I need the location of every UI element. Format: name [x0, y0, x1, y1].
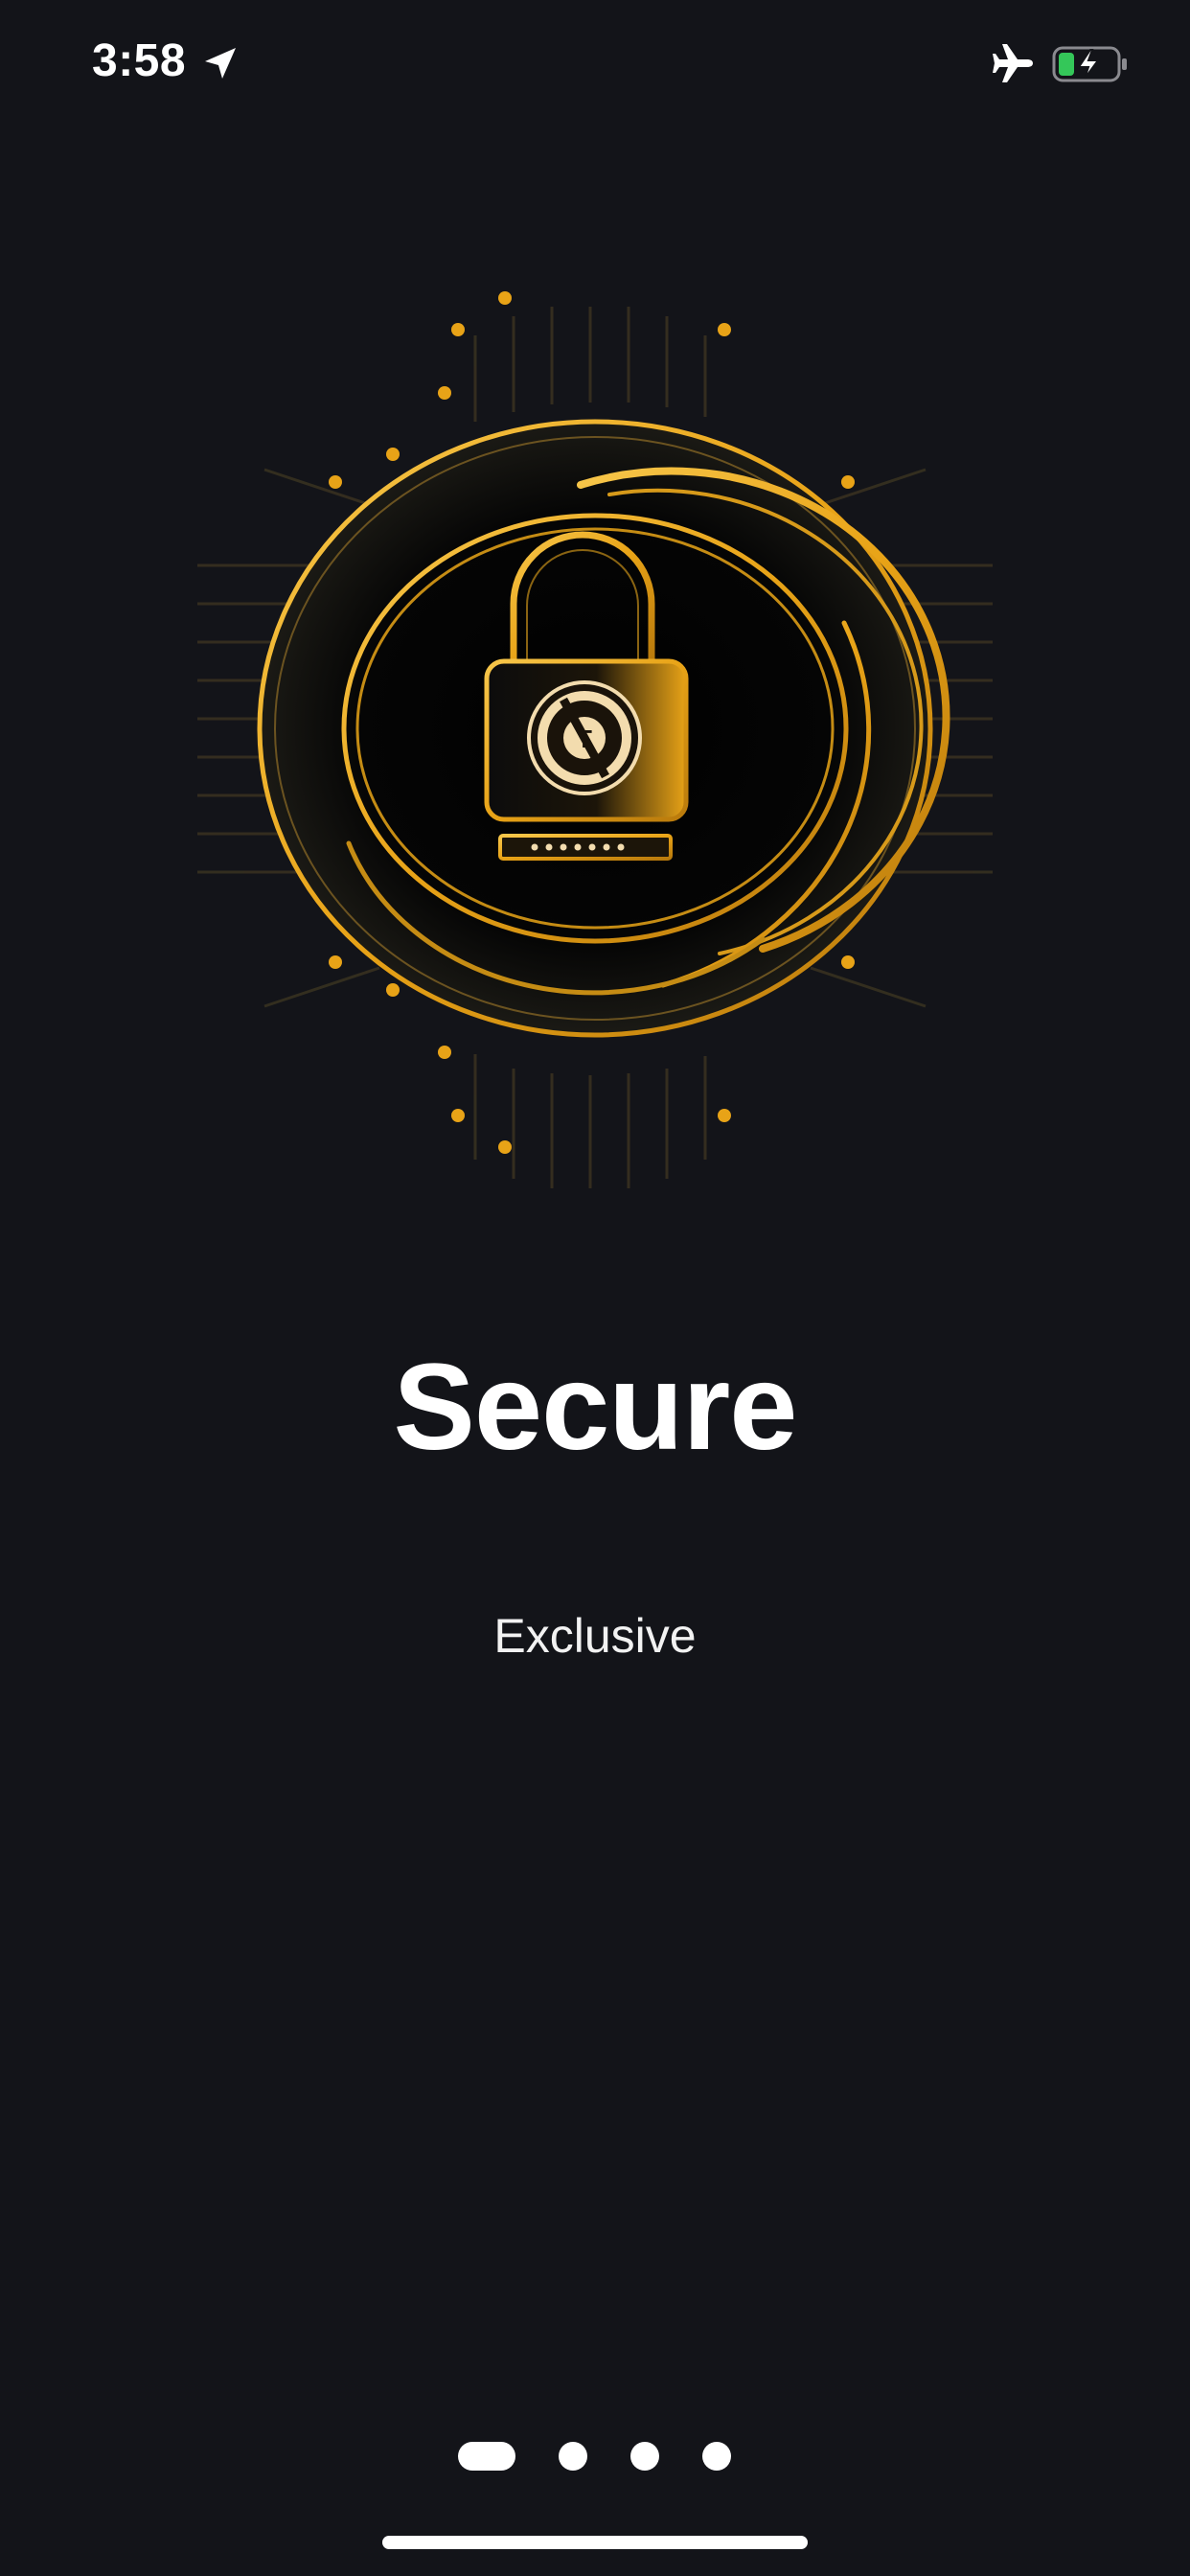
padlock-circuit-icon: T — [197, 291, 993, 1188]
status-time: 3:58 — [92, 35, 187, 86]
onboarding-subtitle: Exclusive — [493, 1609, 697, 1663]
location-arrow-icon — [205, 48, 236, 79]
page-dot-4[interactable] — [702, 2442, 731, 2471]
onboarding-title: Secure — [393, 1339, 798, 1476]
battery-charging-icon — [1052, 46, 1127, 82]
airplane-icon — [993, 44, 1033, 82]
home-indicator[interactable] — [382, 2536, 808, 2549]
page-indicator[interactable] — [0, 2442, 1190, 2476]
page-dot-3[interactable] — [630, 2442, 659, 2471]
page-dot-1-active[interactable] — [458, 2442, 515, 2471]
page-dot-2[interactable] — [559, 2442, 587, 2471]
status-bar: 3:58 — [0, 0, 1190, 125]
